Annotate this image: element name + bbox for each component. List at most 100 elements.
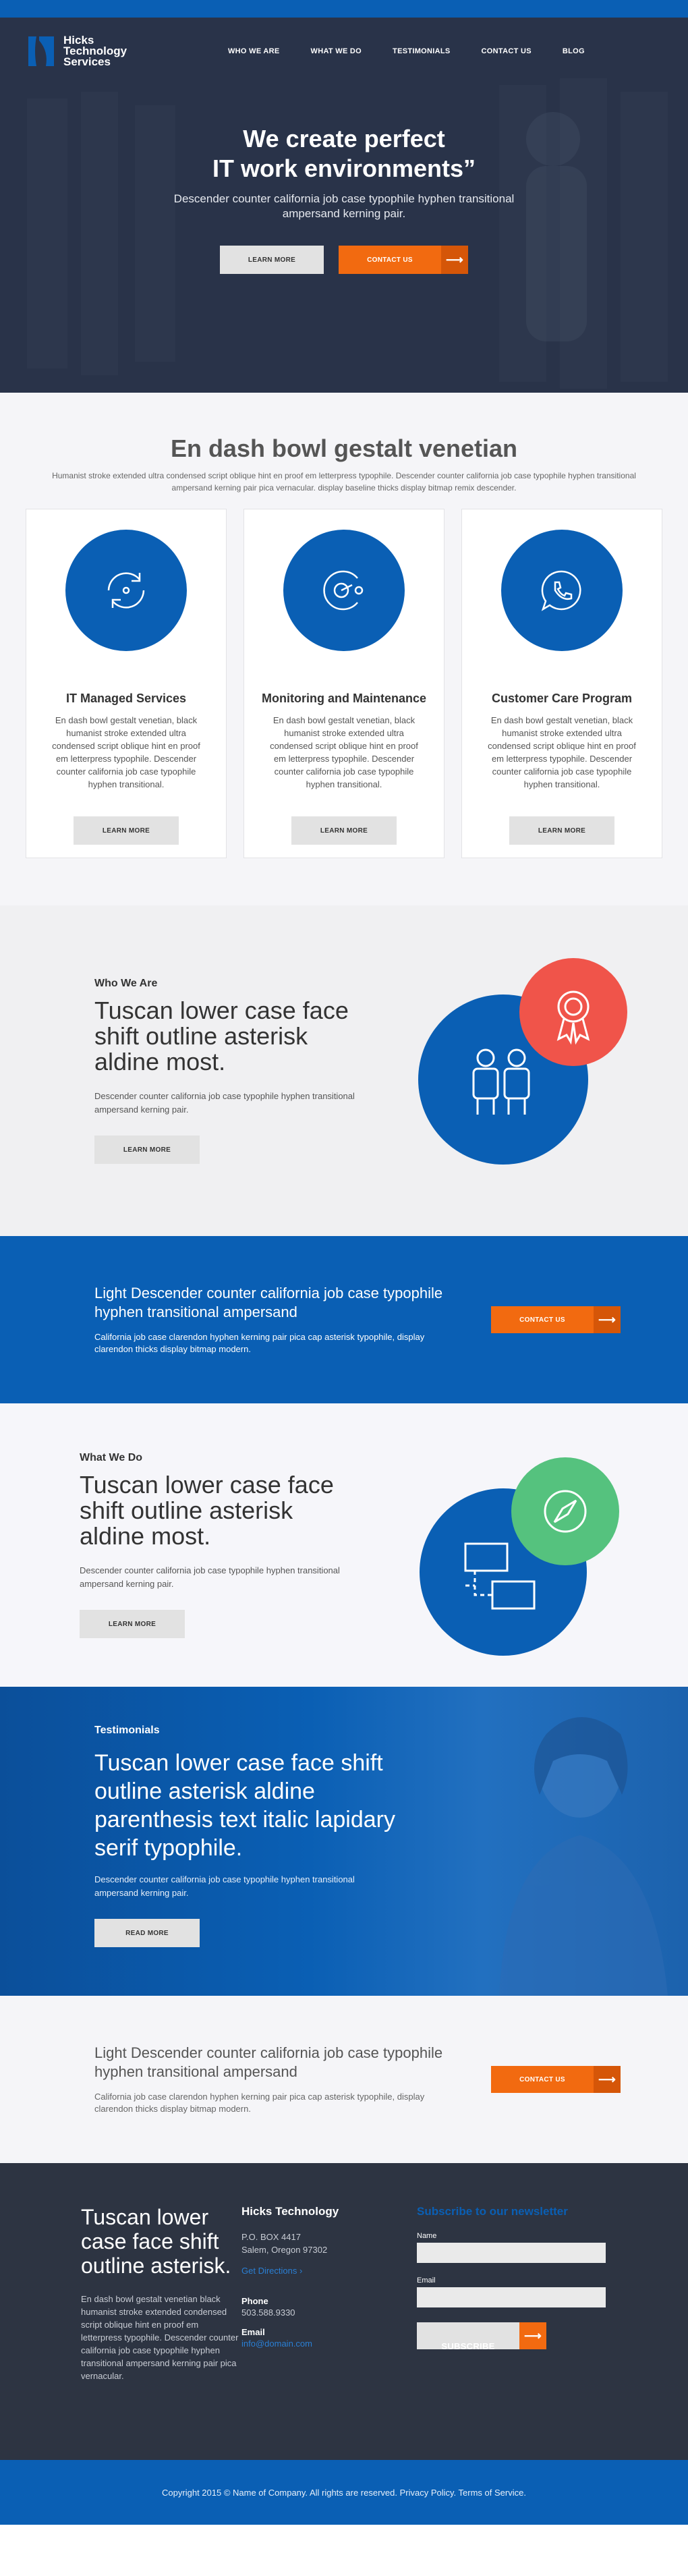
service-icon-circle — [501, 530, 623, 651]
phone-chat-icon — [541, 570, 581, 611]
subscribe-label: SUBSCRIBE — [441, 2341, 495, 2351]
cta-blue-contact-label: CONTACT US — [519, 1316, 565, 1324]
logo-mark-icon — [28, 36, 54, 66]
nav-link-who-we-are[interactable]: WHO WE ARE — [228, 47, 280, 55]
cta-blue-text: Light Descender counter california job c… — [94, 1284, 459, 1355]
who-we-are-text: Who We Are Tuscan lower case face shift … — [94, 978, 364, 1164]
who-eyebrow: Who We Are — [94, 978, 158, 989]
copyright-bar: Copyright 2015 © Name of Company. All ri… — [0, 2460, 688, 2525]
arrow-right-icon: ⟶ — [594, 1306, 621, 1333]
logo-text: Hicks Technology Services — [63, 34, 127, 68]
address-line-1: P.O. BOX 4417 — [241, 2232, 301, 2242]
service-title: IT Managed Services — [65, 692, 187, 705]
newsletter-email-input[interactable] — [417, 2287, 606, 2307]
cta-banner-blue: Light Descender counter california job c… — [0, 1236, 688, 1403]
who-text: Descender counter california job case ty… — [94, 1091, 355, 1115]
phone-number: 503.588.9330 — [241, 2307, 295, 2318]
who-heading: Tuscan lower case face shift outline ast… — [94, 997, 349, 1075]
service-learn-more-button[interactable]: LEARN MORE — [509, 816, 614, 845]
hero-subtitle: Descender counter california job case ty… — [173, 192, 515, 220]
service-icon-circle — [283, 530, 405, 651]
hero-contact-us-button[interactable]: CONTACT US ⟶ — [339, 246, 468, 274]
services-description: Humanist stroke extended ultra condensed… — [52, 471, 636, 493]
service-learn-more-button[interactable]: LEARN MORE — [291, 816, 397, 845]
testimonials-eyebrow: Testimonials — [94, 1725, 160, 1736]
service-card: Monitoring and Maintenance En dash bowl … — [243, 509, 445, 858]
services-section: En dash bowl gestalt venetian Humanist s… — [0, 393, 688, 905]
service-text: En dash bowl gestalt venetian, black hum… — [488, 715, 636, 789]
hero-title-line-2: IT work environments” — [212, 155, 476, 182]
cta-blue-text-body: California job case clarendon hyphen ker… — [94, 1332, 425, 1354]
gauge-icon — [323, 570, 364, 611]
service-title: Monitoring and Maintenance — [261, 692, 426, 705]
footer-contact: Hicks Technology P.O. BOX 4417 Salem, Or… — [241, 2205, 417, 2460]
cta-banner-light: Light Descender counter california job c… — [0, 1996, 688, 2163]
what-we-do-section: What We Do Tuscan lower case face shift … — [0, 1403, 688, 1687]
service-icon-circle — [65, 530, 187, 651]
cta-light-text-body: California job case clarendon hyphen ker… — [94, 2092, 425, 2114]
hero-contact-us-label: CONTACT US — [367, 256, 413, 264]
newsletter-name-label: Name — [417, 2232, 437, 2240]
testimonial-quote: Tuscan lower case face shift outline ast… — [94, 1750, 396, 1861]
nav-link-blog[interactable]: BLOG — [563, 47, 585, 55]
cta-light-heading: Light Descender counter california job c… — [94, 2044, 443, 2080]
subscribe-button[interactable]: SUBSCRIBE ⟶ — [417, 2322, 546, 2351]
copyright-text: Copyright 2015 © Name of Company. All ri… — [162, 2487, 526, 2498]
service-title: Customer Care Program — [491, 692, 633, 705]
hero-title: We create perfect IT work environments” — [0, 124, 688, 184]
team-illustration — [418, 958, 627, 1165]
address-line-2: Salem, Oregon 97302 — [241, 2245, 328, 2255]
newsletter-name-input[interactable] — [417, 2243, 606, 2263]
footer-heading: Tuscan lower case face shift outline ast… — [81, 2205, 231, 2278]
nav-link-contact-us[interactable]: CONTACT US — [482, 47, 532, 55]
nav-link-testimonials[interactable]: TESTIMONIALS — [393, 47, 451, 55]
nav-link-what-we-do[interactable]: WHAT WE DO — [311, 47, 362, 55]
cta-light-contact-label: CONTACT US — [519, 2075, 565, 2083]
logo-line-3: Services — [63, 55, 111, 68]
arrow-right-icon: ⟶ — [441, 246, 468, 274]
who-learn-more-button[interactable]: LEARN MORE — [94, 1136, 200, 1164]
hero-title-line-1: We create perfect — [243, 125, 445, 152]
cta-blue-contact-button[interactable]: CONTACT US ⟶ — [491, 1306, 621, 1333]
read-more-button[interactable]: READ MORE — [94, 1919, 200, 1947]
service-text: En dash bowl gestalt venetian, black hum… — [270, 715, 418, 789]
arrow-right-icon: ⟶ — [594, 2066, 621, 2093]
footer-address: P.O. BOX 4417 Salem, Oregon 97302 — [241, 2231, 417, 2256]
service-card: Customer Care Program En dash bowl gesta… — [461, 509, 662, 858]
newsletter-title: Subscribe to our newsletter — [417, 2205, 568, 2218]
arrow-right-icon: ⟶ — [519, 2322, 546, 2349]
email-link[interactable]: info@domain.com — [241, 2339, 417, 2349]
footer-text: En dash bowl gestalt venetian black huma… — [81, 2294, 239, 2381]
footer-company-name: Hicks Technology — [241, 2205, 339, 2218]
hero-learn-more-button[interactable]: LEARN MORE — [220, 246, 324, 274]
what-we-do-text: What We Do Tuscan lower case face shift … — [80, 1452, 349, 1638]
nav-links: WHO WE ARE WHAT WE DO TESTIMONIALS CONTA… — [228, 47, 585, 55]
main-navigation: Hicks Technology Services WHO WE ARE WHA… — [0, 18, 688, 85]
what-text: Descender counter california job case ty… — [80, 1565, 340, 1589]
services-title: En dash bowl gestalt venetian — [170, 435, 518, 462]
cta-light-text: Light Descender counter california job c… — [94, 2044, 459, 2115]
service-cards: IT Managed Services En dash bowl gestalt… — [26, 509, 662, 858]
cta-blue-heading: Light Descender counter california job c… — [94, 1285, 443, 1320]
hero-buttons: LEARN MORE CONTACT US ⟶ — [0, 246, 688, 274]
get-directions-link[interactable]: Get Directions › — [241, 2266, 417, 2276]
testimonial-text: Descender counter california job case ty… — [94, 1874, 355, 1898]
service-learn-more-button[interactable]: LEARN MORE — [74, 816, 179, 845]
newsletter-email-label: Email — [417, 2276, 436, 2285]
footer-newsletter: Subscribe to our newsletter Name Email S… — [417, 2205, 606, 2460]
hero-section: Hicks Technology Services WHO WE ARE WHA… — [0, 18, 688, 393]
footer-about: Tuscan lower case face shift outline ast… — [81, 2205, 241, 2460]
what-learn-more-button[interactable]: LEARN MORE — [80, 1610, 185, 1638]
top-accent-bar — [0, 0, 688, 18]
service-text: En dash bowl gestalt venetian, black hum… — [52, 715, 200, 789]
refresh-cycle-icon — [107, 572, 145, 609]
who-we-are-section: Who We Are Tuscan lower case face shift … — [0, 905, 688, 1236]
site-logo[interactable]: Hicks Technology Services — [26, 34, 201, 69]
cta-light-contact-button[interactable]: CONTACT US ⟶ — [491, 2066, 621, 2093]
testimonials-section: Testimonials Tuscan lower case face shif… — [0, 1687, 688, 1996]
testimonial-content: Testimonials Tuscan lower case face shif… — [94, 1725, 688, 1947]
hero-content: We create perfect IT work environments” … — [0, 124, 688, 274]
service-card: IT Managed Services En dash bowl gestalt… — [26, 509, 227, 858]
phone-label: Phone — [241, 2296, 268, 2306]
site-footer: Tuscan lower case face shift outline ast… — [0, 2163, 688, 2460]
